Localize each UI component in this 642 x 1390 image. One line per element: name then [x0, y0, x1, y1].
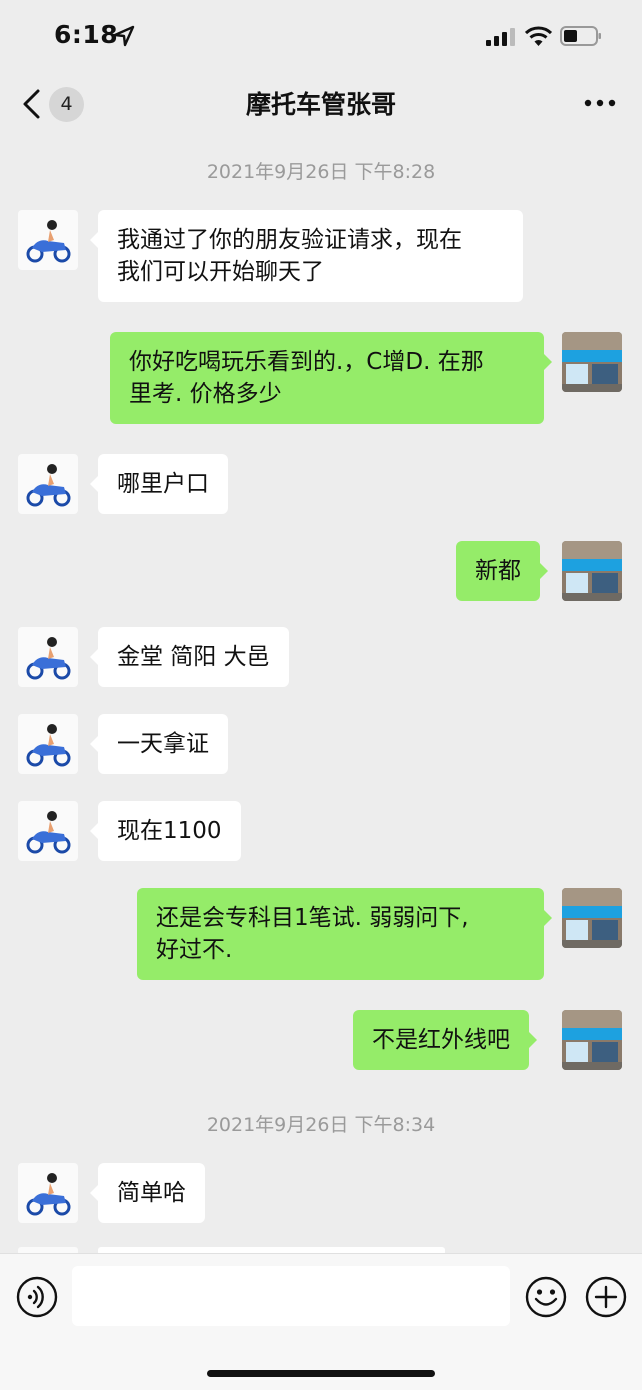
voice-icon[interactable] — [16, 1276, 58, 1318]
storefront-avatar — [562, 332, 622, 392]
message-bubble-in[interactable]: 现在1100 — [90, 801, 241, 861]
motorcycle-avatar — [26, 724, 71, 767]
location-arrow-icon — [113, 25, 135, 47]
message-bubble-in[interactable]: 金堂 简阳 大邑 — [90, 627, 289, 687]
plus-icon[interactable] — [585, 1276, 627, 1318]
message-bubble-in[interactable]: 哪里户口 — [90, 454, 228, 514]
wifi-icon — [525, 26, 552, 46]
contact-avatar[interactable] — [18, 714, 78, 774]
status-bar: 6:18 — [0, 0, 642, 72]
input-bar — [0, 1253, 642, 1390]
motorcycle-avatar — [26, 637, 71, 680]
contact-avatar[interactable] — [18, 627, 78, 687]
contact-avatar[interactable] — [18, 454, 78, 514]
battery-icon — [560, 26, 601, 46]
message-input[interactable] — [72, 1266, 510, 1326]
storefront-avatar — [562, 888, 622, 948]
message-bubble-in[interactable]: 一天拿证 — [90, 714, 228, 774]
emoji-icon[interactable] — [525, 1276, 567, 1318]
my-avatar[interactable] — [562, 332, 622, 392]
my-avatar[interactable] — [562, 1010, 622, 1070]
message-bubble-in[interactable]: 简单哈 — [90, 1163, 205, 1223]
timestamp: 2021年9月26日 下午8:34 — [206, 1114, 436, 1136]
my-avatar[interactable] — [562, 888, 622, 948]
message-bubble-out[interactable]: 新都 — [456, 541, 548, 601]
contact-avatar[interactable] — [18, 801, 78, 861]
motorcycle-avatar — [26, 1173, 71, 1216]
chat-title: 摩托车管张哥 — [245, 90, 396, 119]
my-avatar[interactable] — [562, 541, 622, 601]
status-time: 6:18 — [54, 20, 119, 49]
message-bubble-out[interactable]: 你好吃喝玩乐看到的.，C增D. 在那 里考. 价格多少 — [110, 332, 552, 424]
message-bubble-out[interactable]: 不是红外线吧 — [353, 1010, 537, 1070]
contact-avatar[interactable] — [18, 1163, 78, 1223]
motorcycle-avatar — [26, 811, 71, 854]
message-bubble-out[interactable]: 还是会专科目1笔试. 弱弱问下, 好过不. — [137, 888, 552, 980]
more-dots-icon[interactable] — [584, 96, 616, 110]
contact-avatar[interactable] — [18, 210, 78, 270]
storefront-avatar — [562, 541, 622, 601]
signal-icon — [486, 28, 515, 46]
timestamp: 2021年9月26日 下午8:28 — [206, 161, 436, 183]
message-bubble-in[interactable]: 我通过了你的朋友验证请求，现在 我们可以开始聊天了 — [90, 210, 523, 302]
motorcycle-avatar — [26, 464, 71, 507]
home-indicator — [207, 1370, 435, 1377]
storefront-avatar — [562, 1010, 622, 1070]
motorcycle-avatar — [26, 220, 71, 263]
